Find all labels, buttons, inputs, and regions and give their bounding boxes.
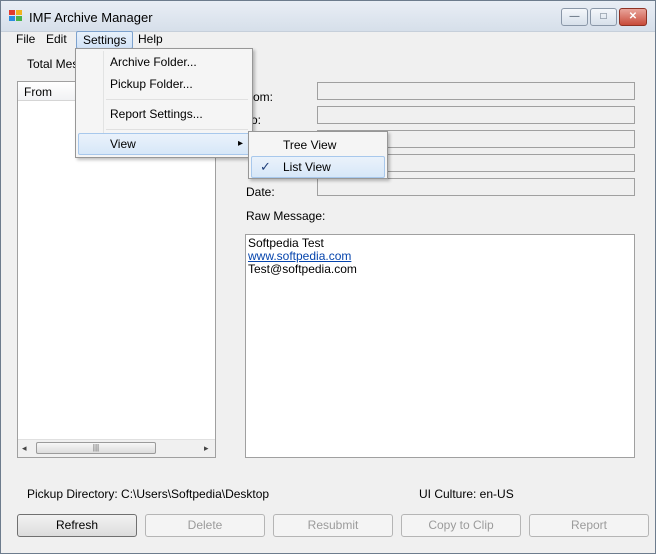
delete-button[interactable]: Delete — [145, 514, 265, 537]
scroll-thumb[interactable]: ||| — [36, 442, 156, 454]
from-field[interactable] — [317, 82, 635, 100]
menu-item-report-settings[interactable]: Report Settings... — [78, 103, 250, 125]
menu-file[interactable]: File — [10, 31, 41, 49]
report-button[interactable]: Report — [529, 514, 649, 537]
menu-separator — [106, 99, 248, 100]
menu-settings[interactable]: Settings — [76, 31, 134, 49]
menu-help[interactable]: Help — [132, 31, 169, 49]
menu-item-view-label: View — [110, 137, 136, 151]
menu-edit[interactable]: Edit — [40, 31, 73, 49]
ui-culture-text: UI Culture: en-US — [419, 487, 514, 501]
minimize-button[interactable]: — — [561, 8, 588, 26]
settings-dropdown: Archive Folder... Pickup Folder... Repor… — [75, 48, 253, 158]
raw-message-label: Raw Message: — [246, 209, 326, 223]
refresh-button[interactable]: Refresh — [17, 514, 137, 537]
maximize-button[interactable]: □ — [590, 8, 617, 26]
submenu-arrow-icon: ▸ — [237, 138, 243, 149]
to-field[interactable] — [317, 106, 635, 124]
raw-line: Test@softpedia.com — [248, 262, 357, 276]
total-messages-label: Total Mes — [27, 57, 79, 71]
close-button[interactable]: ✕ — [619, 8, 647, 26]
window-title: IMF Archive Manager — [29, 10, 153, 25]
raw-message-box[interactable]: Softpedia Test www.softpedia.com Test@so… — [245, 234, 635, 458]
menu-item-list-view[interactable]: ✓ List View — [251, 156, 385, 178]
pickup-directory-text: Pickup Directory: C:\Users\Softpedia\Des… — [27, 487, 270, 501]
menu-item-archive-folder[interactable]: Archive Folder... — [78, 51, 250, 73]
menu-item-tree-view[interactable]: Tree View — [251, 134, 385, 156]
scroll-right-icon[interactable]: ▸ — [204, 443, 209, 454]
resubmit-button[interactable]: Resubmit — [273, 514, 393, 537]
app-window: IMF Archive Manager — □ ✕ File Edit Sett… — [0, 0, 656, 554]
menu-item-list-view-label: List View — [283, 160, 331, 174]
app-icon — [9, 10, 23, 22]
copy-to-clip-button[interactable]: Copy to Clip — [401, 514, 521, 537]
view-submenu: Tree View ✓ List View — [248, 131, 388, 179]
menu-item-pickup-folder[interactable]: Pickup Folder... — [78, 73, 250, 95]
date-field[interactable] — [317, 178, 635, 196]
date-label: Date: — [246, 185, 275, 199]
checkmark-icon: ✓ — [260, 159, 271, 174]
menu-item-view[interactable]: View ▸ — [78, 133, 250, 155]
menu-bar: File Edit Settings Help — [1, 31, 655, 49]
scroll-left-icon[interactable]: ◂ — [22, 443, 27, 454]
from-column-label: From — [24, 85, 52, 99]
horizontal-scrollbar[interactable]: ◂ ||| ▸ — [18, 439, 215, 457]
title-bar[interactable]: IMF Archive Manager — □ ✕ — [1, 1, 655, 32]
menu-separator — [106, 129, 248, 130]
